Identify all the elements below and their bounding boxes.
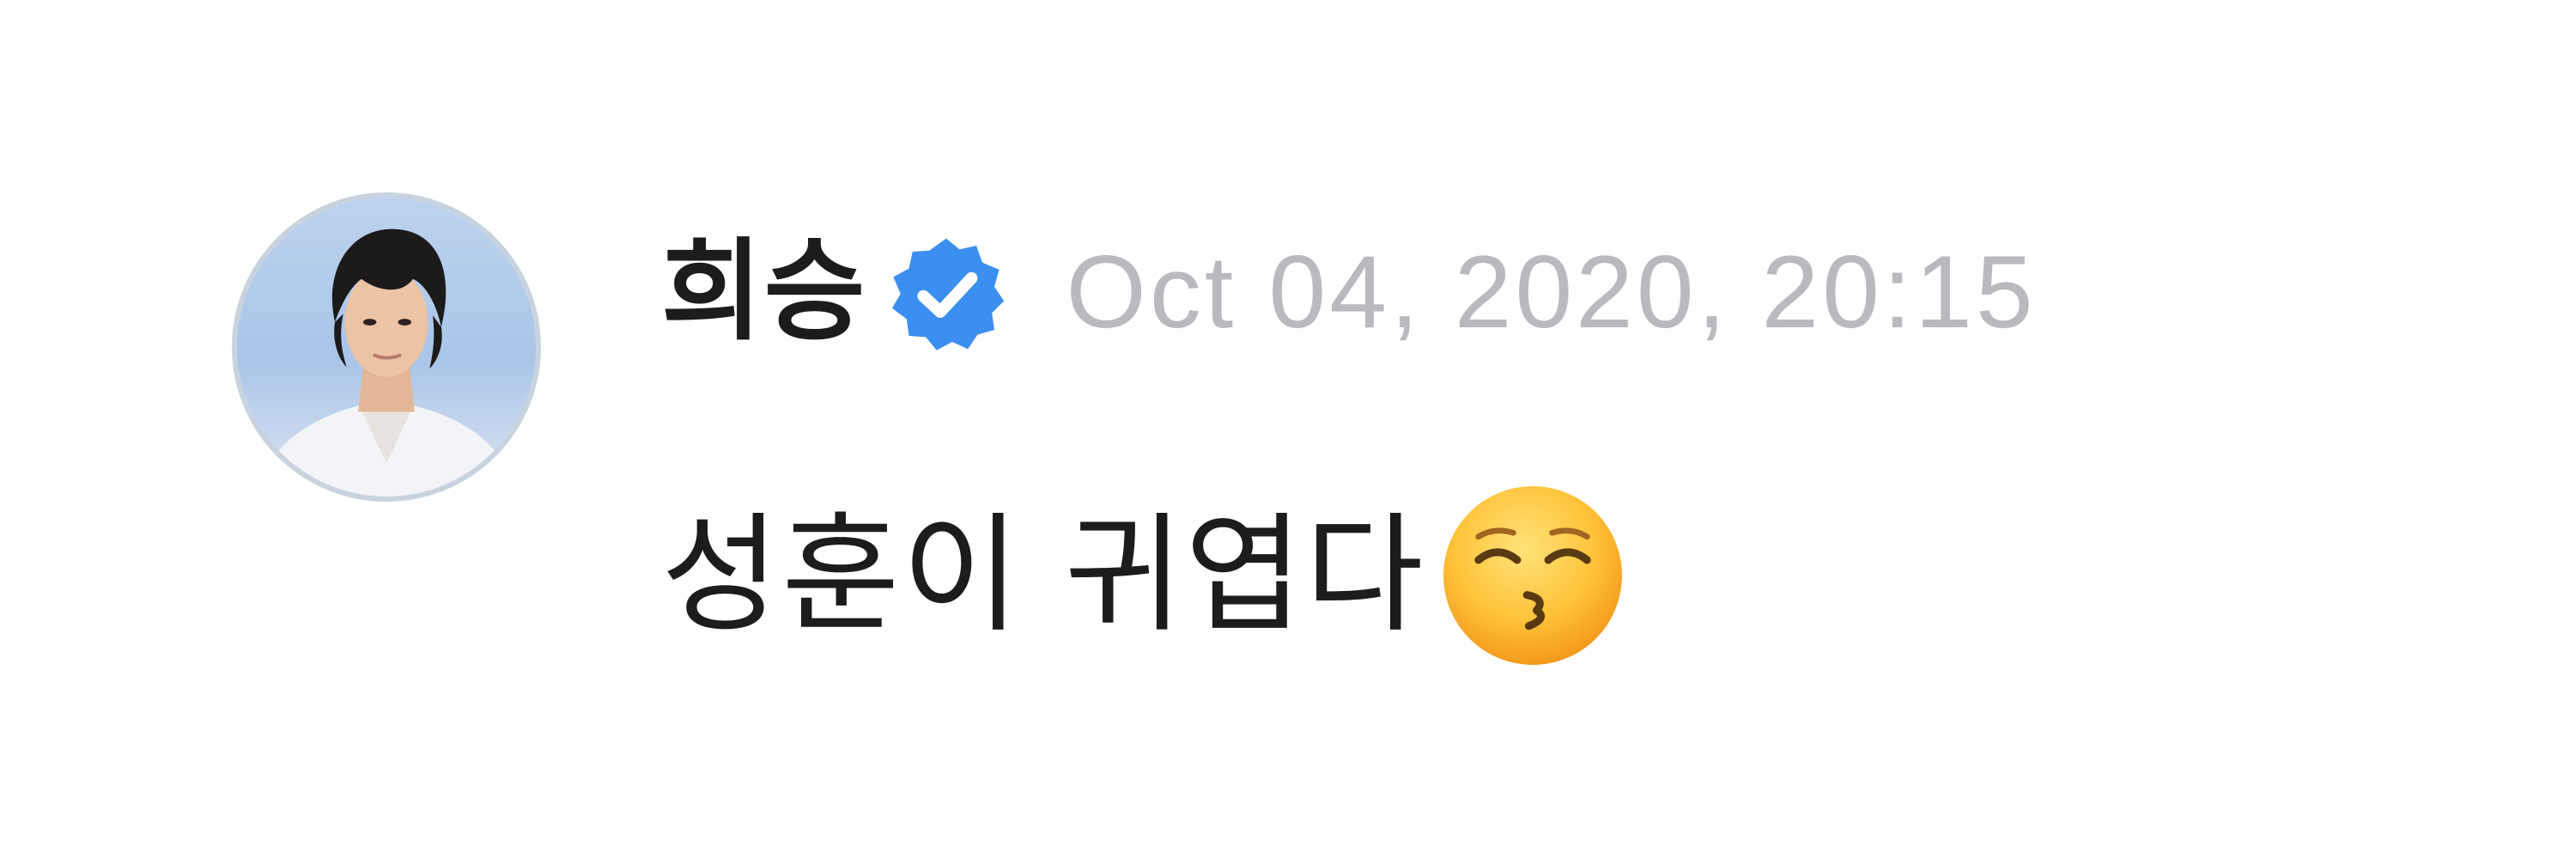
post-timestamp: Oct 04, 2020, 20:15 xyxy=(1066,235,2037,350)
post-body: 성훈이 귀엽다 xyxy=(661,481,1630,670)
message-text: 성훈이 귀엽다 xyxy=(661,501,1425,650)
comment-post: 희승 Oct 04, 2020, 20:15 성훈이 귀엽다 xyxy=(0,0,2576,859)
profile-photo-icon xyxy=(253,228,519,497)
avatar[interactable] xyxy=(232,192,541,502)
author-name[interactable]: 희승 xyxy=(661,237,867,347)
post-header: 희승 Oct 04, 2020, 20:15 xyxy=(661,215,2037,369)
verified-badge-icon xyxy=(886,234,1006,354)
kissing-face-emoji-icon xyxy=(1436,478,1630,673)
